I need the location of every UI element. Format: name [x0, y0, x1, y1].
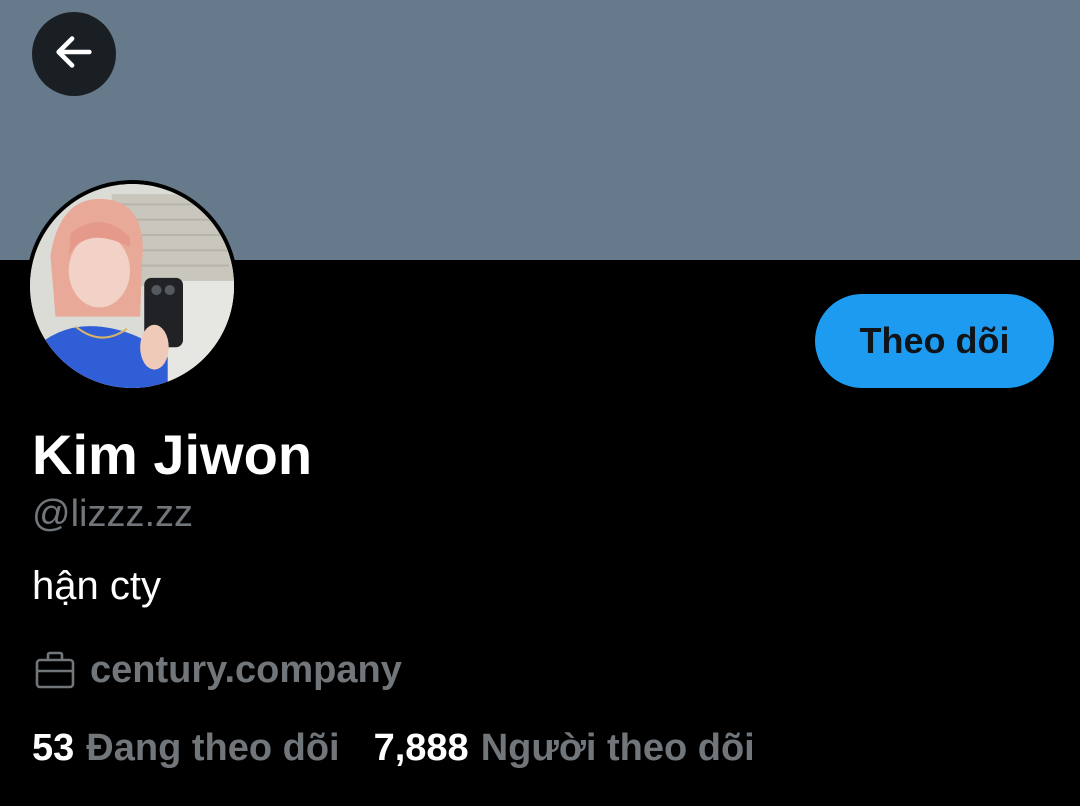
followers-count: 7,888	[373, 726, 469, 769]
back-button[interactable]	[32, 12, 116, 96]
followers-label: Người theo dõi	[480, 726, 755, 769]
briefcase-icon	[34, 650, 76, 690]
avatar[interactable]	[26, 180, 238, 392]
display-name: Kim Jiwon	[32, 423, 313, 486]
profile-handle: @lizzz.zz	[32, 493, 194, 535]
work-link[interactable]: century.company	[90, 649, 402, 692]
following-count: 53	[32, 726, 75, 769]
followers-stat[interactable]: 7,888 Người theo dõi	[374, 727, 755, 770]
profile-page: Theo dõi Kim Jiwon @lizzz.zz hận cty cen…	[0, 0, 1080, 806]
profile-stats: 53 Đang theo dõi 7,888 Người theo dõi	[32, 722, 755, 774]
following-stat[interactable]: 53 Đang theo dõi	[32, 727, 340, 770]
follow-button[interactable]: Theo dõi	[815, 294, 1054, 388]
profile-work-row: century.company	[34, 644, 402, 696]
profile-bio: hận cty	[32, 564, 161, 608]
arrow-left-icon	[51, 29, 97, 80]
following-label: Đang theo dõi	[86, 726, 340, 769]
